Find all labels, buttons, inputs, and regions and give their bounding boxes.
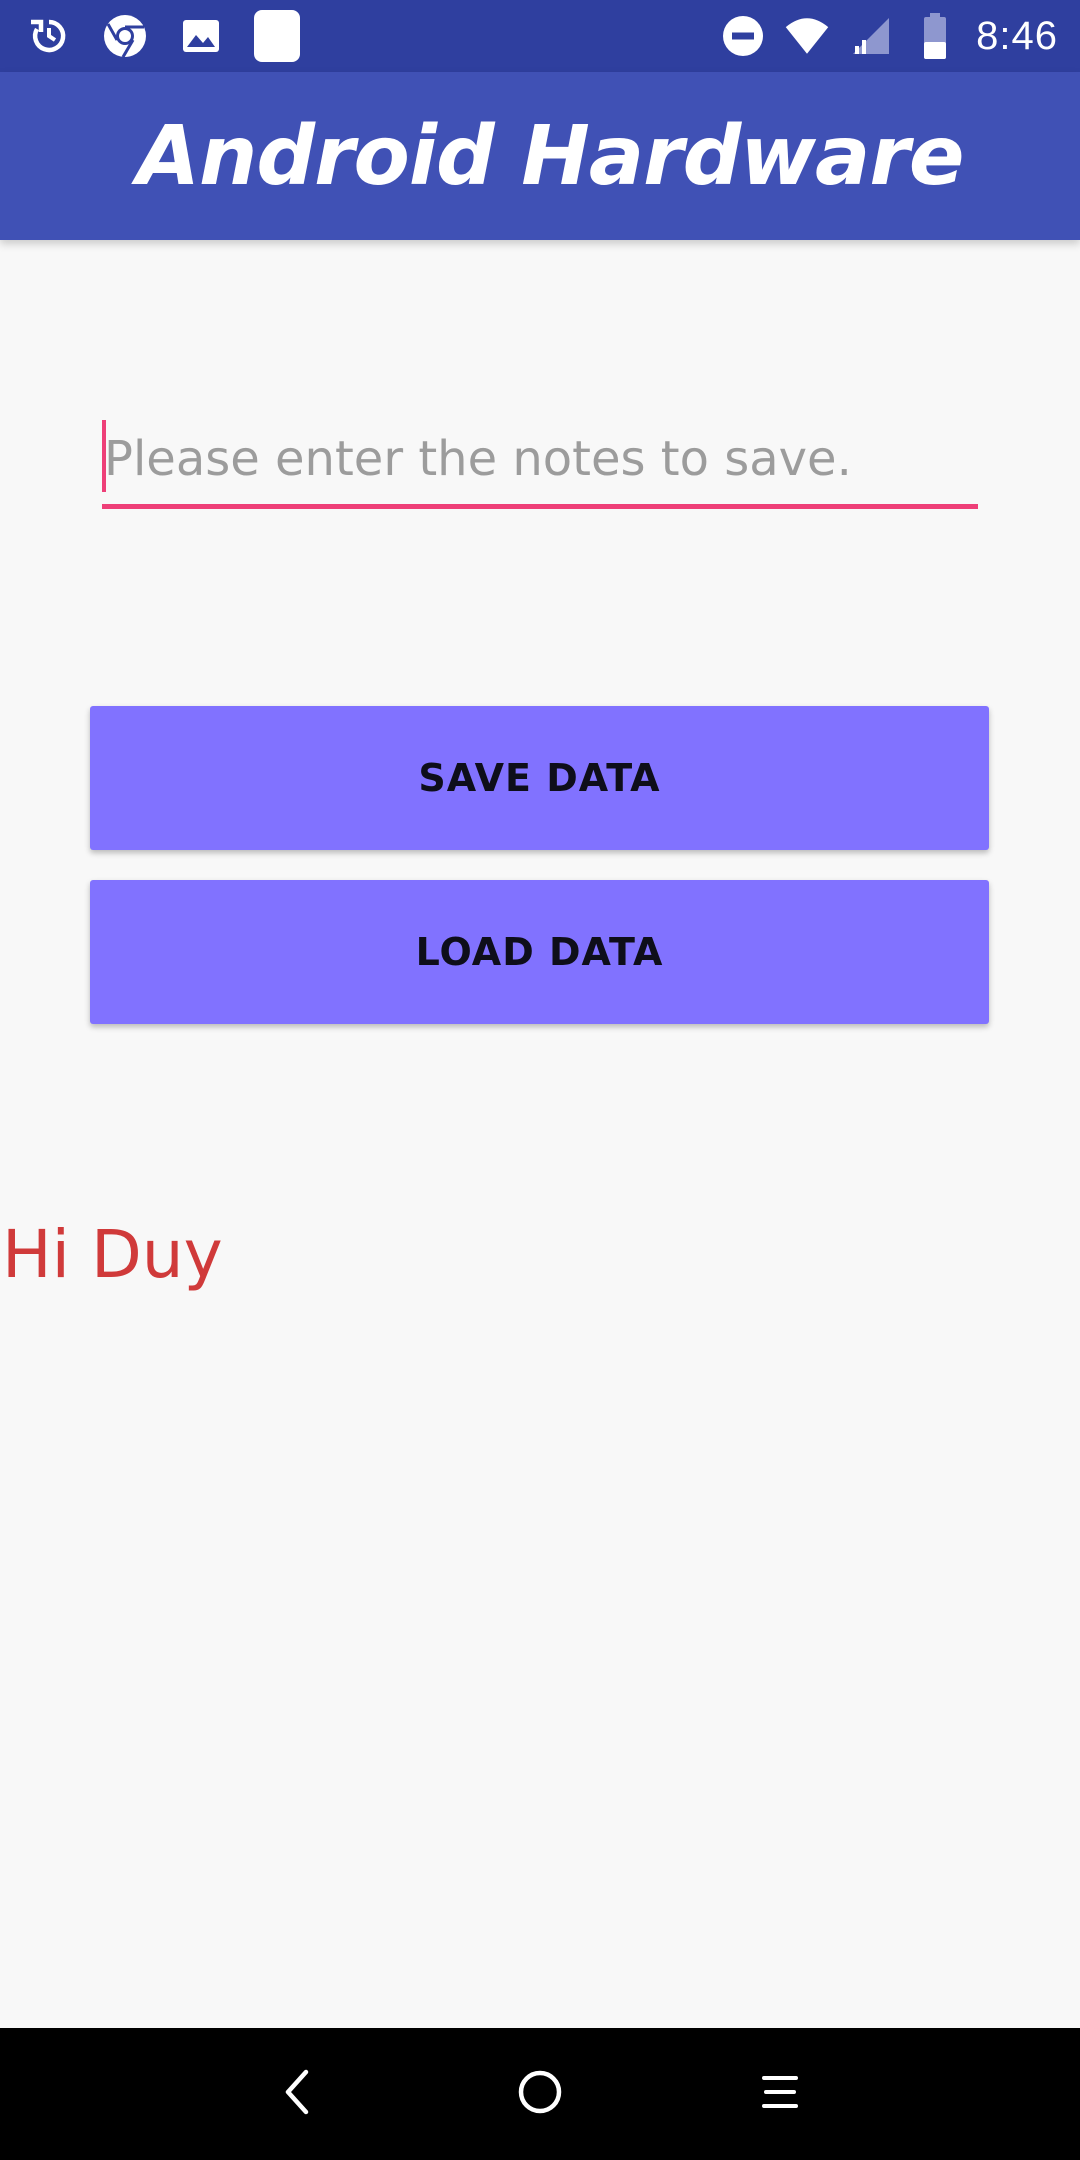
- signal-icon: [848, 13, 894, 59]
- greeting-text: Hi Duy: [2, 1216, 223, 1293]
- chrome-icon: [102, 13, 148, 59]
- app-title: Android Hardware: [136, 108, 965, 204]
- recents-button[interactable]: [740, 2054, 820, 2134]
- home-icon: [516, 2068, 564, 2120]
- app-bar: Android Hardware: [0, 72, 1080, 240]
- wifi-icon: [784, 13, 830, 59]
- back-button[interactable]: [258, 2054, 338, 2134]
- status-bar-left-icons: [26, 0, 300, 72]
- save-data-button[interactable]: SAVE DATA: [90, 706, 989, 850]
- navigation-bar: [0, 2028, 1080, 2160]
- do-not-disturb-icon: [720, 13, 766, 59]
- screen: 8:46 Android Hardware SAVE DATA LOAD DAT…: [0, 0, 1080, 2160]
- status-bar-right-icons: 8:46: [720, 0, 1058, 72]
- image-icon: [178, 13, 224, 59]
- back-icon: [278, 2068, 318, 2120]
- home-button[interactable]: [500, 2054, 580, 2134]
- app-square-icon: [254, 10, 300, 62]
- status-bar: 8:46: [0, 0, 1080, 72]
- status-time: 8:46: [976, 14, 1058, 58]
- load-data-button[interactable]: LOAD DATA: [90, 880, 989, 1024]
- notes-input[interactable]: [102, 414, 978, 504]
- battery-icon: [912, 13, 958, 59]
- notes-field[interactable]: [102, 414, 978, 509]
- recents-icon: [758, 2070, 802, 2118]
- sync-icon: [26, 13, 72, 59]
